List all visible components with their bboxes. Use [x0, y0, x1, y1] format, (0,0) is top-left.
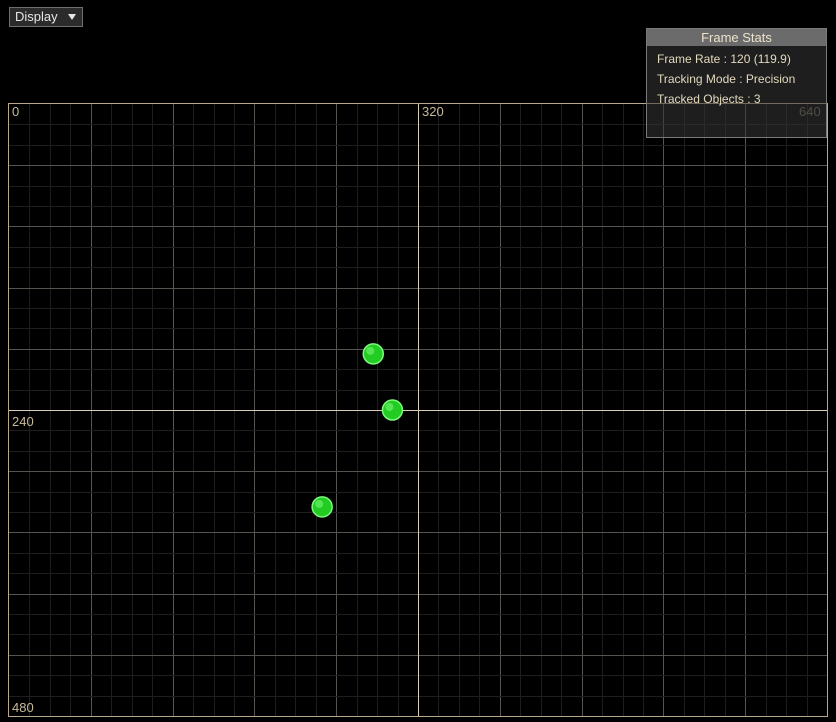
tracked-object-highlight	[366, 346, 375, 355]
tracking-viewer: Display 0 320 640 240 480 Frame Stats Fr…	[0, 0, 836, 722]
x-axis-label-0: 0	[12, 104, 20, 119]
tracking-area[interactable]	[8, 103, 828, 717]
display-dropdown-label: Display	[15, 9, 58, 24]
tracked-object-highlight	[315, 499, 324, 508]
tracked-objects-text: Tracked Objects : 3	[657, 92, 761, 106]
tracked-object-marker	[381, 399, 404, 421]
frame-stats-title: Frame Stats	[647, 29, 826, 46]
x-axis-label-320: 320	[422, 104, 444, 119]
tracked-object[interactable]	[362, 343, 385, 365]
display-dropdown[interactable]: Display	[9, 7, 83, 27]
y-axis-label-240: 240	[12, 414, 34, 429]
frame-stats-panel: Frame Stats Frame Rate : 120 (119.9) Tra…	[646, 28, 827, 138]
tracked-object[interactable]	[311, 496, 333, 518]
tracked-object-marker	[311, 496, 333, 518]
tracking-mode-text: Tracking Mode : Precision	[657, 72, 796, 86]
tracked-object-marker	[362, 343, 385, 365]
tracking-grid	[9, 104, 827, 716]
frame-rate-text: Frame Rate : 120 (119.9)	[657, 52, 791, 66]
y-axis-label-480: 480	[12, 700, 34, 715]
chevron-down-icon	[68, 14, 76, 20]
tracked-object-highlight	[385, 403, 394, 411]
tracked-object[interactable]	[381, 399, 404, 421]
